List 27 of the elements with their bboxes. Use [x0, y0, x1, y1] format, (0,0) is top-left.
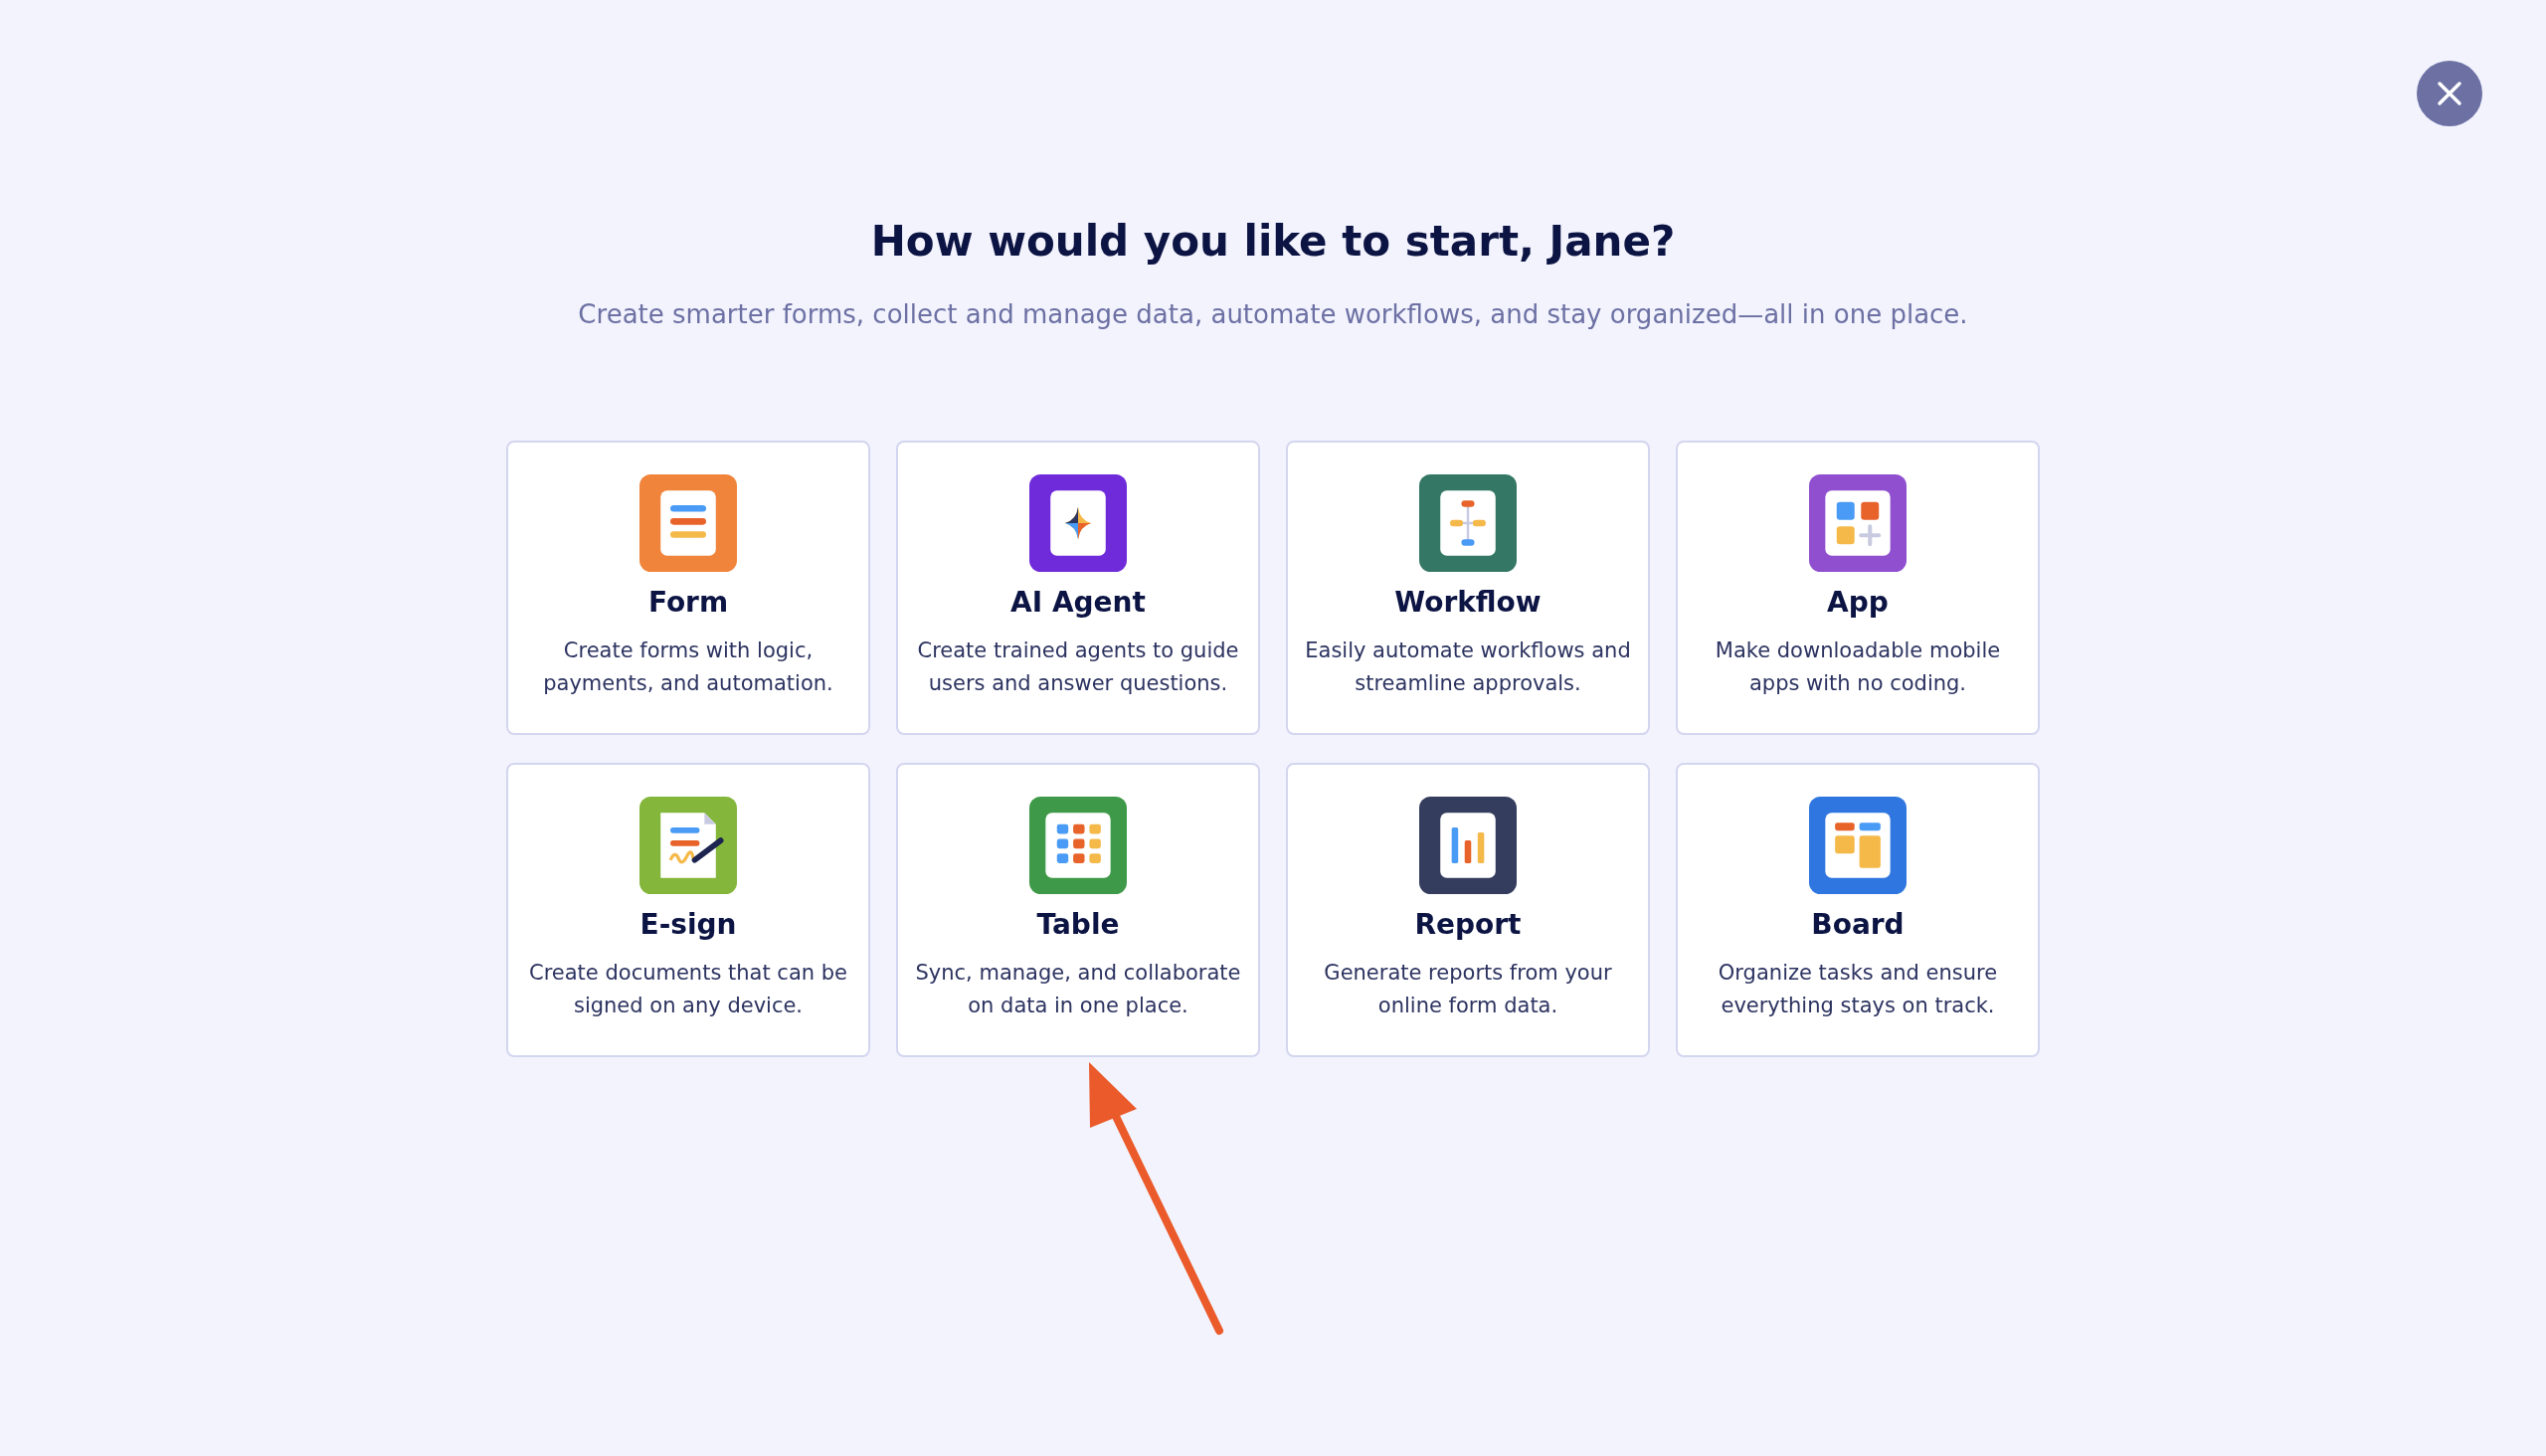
card-title: Board [1811, 908, 1905, 941]
card-title: E-sign [639, 908, 737, 941]
option-card[interactable]: Form Create forms with logic, payments, and automation. [506, 441, 870, 735]
card-title: AI Agent [1010, 586, 1146, 619]
card-description: Generate reports from your online form data. [1323, 960, 1613, 1019]
card-description: Make downloadable mobile apps with no coding. [1714, 637, 2002, 697]
option-card[interactable]: Board Organize tasks and ensure everything stays on track. [1676, 763, 2040, 1057]
card-description: Create documents that can be signed on any device. [528, 960, 848, 1019]
card-description: Easily automate workflows and streamline approvals. [1304, 637, 1632, 697]
option-card[interactable]: Table Sync, manage, and collaborate on data in one place. [896, 763, 1260, 1057]
option-card[interactable]: E-sign Create documents that can be signed on any device. [506, 763, 870, 1057]
card-description: Create forms with logic, payments, and automation. [542, 637, 834, 697]
card-title: App [1827, 586, 1889, 619]
card-description: Sync, manage, and collaborate on data in one place. [914, 960, 1242, 1019]
page-title: How would you like to start, Jane? [870, 217, 1676, 266]
card-title: Workflow [1394, 586, 1542, 619]
card-description: Create trained agents to guide users and answer questions. [916, 637, 1240, 697]
option-card[interactable]: Workflow Easily automate workflows and streamline approvals. [1286, 441, 1650, 735]
card-title: Form [647, 586, 729, 619]
option-card[interactable]: App Make downloadable mobile apps with no coding. [1676, 441, 2040, 735]
option-card[interactable]: AI Agent Create trained agents to guide users and answer questions. [896, 441, 1260, 735]
card-description: Organize tasks and ensure everything stays on track. [1717, 960, 1999, 1019]
page-subtitle: Create smarter forms, collect and manage data, automate workflows, and stay organized—all in one place. [578, 299, 1968, 329]
close-icon [2437, 81, 2462, 106]
card-title: Report [1414, 908, 1522, 941]
card-title: Table [1036, 908, 1120, 941]
option-card[interactable]: Report Generate reports from your online form data. [1286, 763, 1650, 1057]
